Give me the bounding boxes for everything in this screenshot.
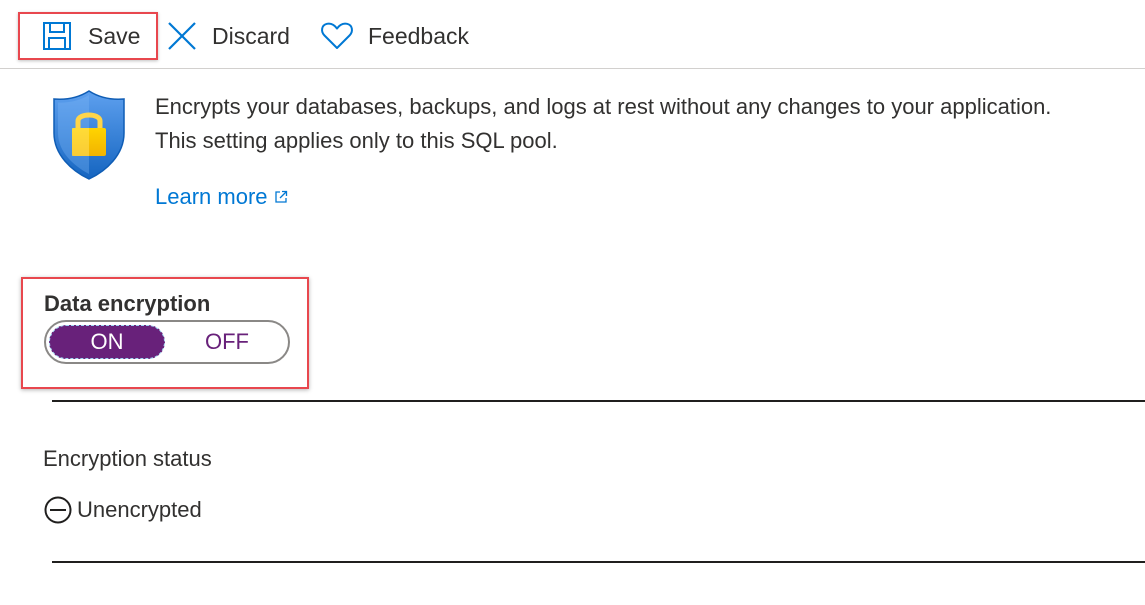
encryption-status-value: Unencrypted xyxy=(77,497,202,522)
description: Encrypts your databases, backups, and lo… xyxy=(155,90,1145,158)
discard-label: Discard xyxy=(212,22,290,49)
save-icon xyxy=(42,21,72,51)
close-icon xyxy=(166,20,198,52)
data-encryption-toggle[interactable]: ON OFF xyxy=(44,320,290,364)
toggle-on-option[interactable]: ON xyxy=(49,325,165,359)
command-bar: Save Discard Feedback xyxy=(0,0,1145,69)
encryption-status: Unencrypted xyxy=(43,495,202,525)
encryption-status-label: Encryption status xyxy=(43,446,212,471)
shield-lock-icon xyxy=(50,89,128,181)
feedback-button[interactable]: Feedback xyxy=(320,12,469,60)
divider xyxy=(52,561,1145,563)
feedback-label: Feedback xyxy=(368,22,470,49)
learn-more-label: Learn more xyxy=(155,184,268,209)
data-encryption-section: Data encryption ON OFF xyxy=(21,277,309,389)
save-button[interactable]: Save xyxy=(18,12,158,60)
data-encryption-label: Data encryption xyxy=(44,291,211,316)
external-link-icon xyxy=(268,184,288,210)
learn-more-link[interactable]: Learn more xyxy=(155,184,288,210)
transparent-data-encryption-page: Save Discard Feedback Encrypts your data… xyxy=(0,0,1145,605)
discard-button[interactable]: Discard xyxy=(166,12,290,60)
toggle-off-option[interactable]: OFF xyxy=(168,325,286,359)
save-label: Save xyxy=(88,22,141,49)
description-line-1: Encrypts your databases, backups, and lo… xyxy=(155,94,1052,119)
minus-circle-icon xyxy=(43,495,77,525)
divider xyxy=(52,400,1145,402)
description-line-2: This setting applies only to this SQL po… xyxy=(155,128,558,153)
heart-icon xyxy=(320,21,354,51)
